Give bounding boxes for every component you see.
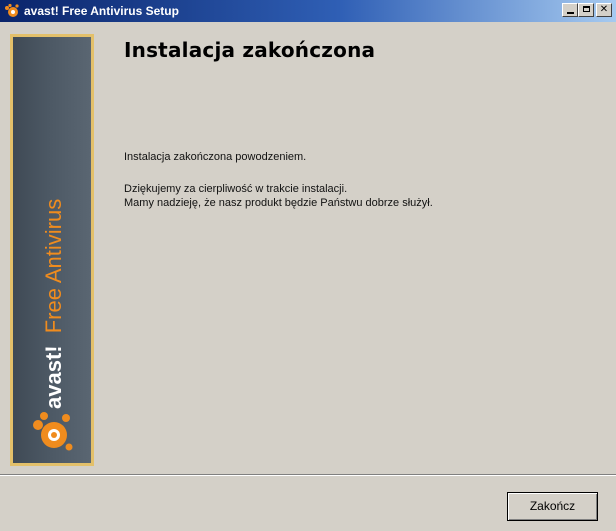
status-message: Instalacja zakończona powodzeniem. — [124, 151, 307, 163]
maximize-icon — [582, 6, 590, 12]
maximize-button[interactable] — [578, 3, 594, 17]
hope-message: Mamy nadzieję, że nasz produkt będzie Pa… — [124, 197, 433, 209]
setup-window: avast! Free Antivirus Setup ✕ avast! Fre… — [0, 0, 616, 531]
finish-button[interactable]: Zakończ — [507, 492, 598, 521]
close-icon: ✕ — [599, 4, 609, 15]
banner-text: avast! Free Antivirus — [30, 113, 74, 413]
thanks-message: Dziękujemy za cierpliwość w trakcie inst… — [124, 183, 348, 195]
banner-panel: avast! Free Antivirus — [13, 37, 91, 463]
window-title: avast! Free Antivirus Setup — [24, 4, 179, 18]
side-banner: avast! Free Antivirus — [10, 34, 94, 466]
avast-app-icon — [5, 3, 19, 17]
page-title: Instalacja zakończona — [124, 38, 376, 62]
footer-divider — [0, 474, 616, 476]
minimize-button[interactable] — [562, 3, 578, 17]
minimize-icon — [566, 12, 574, 14]
banner-product: Free Antivirus — [41, 199, 66, 334]
banner-brand: avast! — [41, 345, 66, 409]
close-button[interactable]: ✕ — [596, 3, 612, 17]
title-bar[interactable]: avast! Free Antivirus Setup ✕ — [0, 0, 616, 22]
svg-text:avast! Free Antivi: avast! Free Antivirus — [41, 199, 66, 409]
avast-logo-icon — [33, 412, 73, 451]
